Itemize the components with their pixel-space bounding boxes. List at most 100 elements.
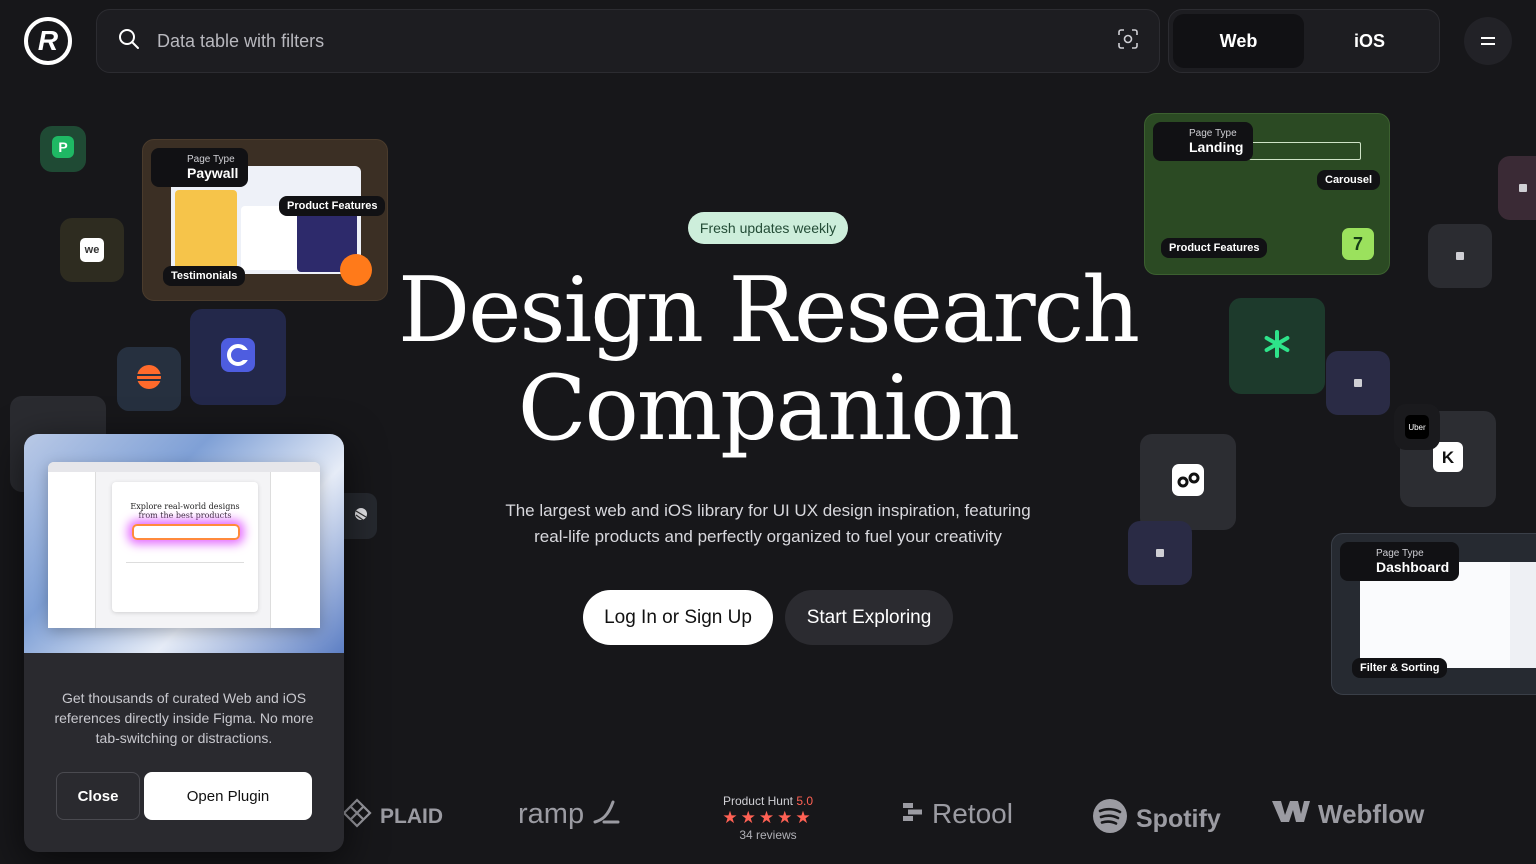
svg-text:P: P — [58, 139, 67, 155]
preview-layers-panel — [48, 472, 96, 628]
p-app-icon: P — [52, 135, 74, 163]
app-tile-p[interactable]: P — [40, 126, 86, 172]
landing-wireframe — [1249, 142, 1361, 160]
app-tile-asterisk[interactable] — [1229, 298, 1325, 394]
loop-app-icon — [1172, 463, 1204, 501]
page-type-value: Landing — [1189, 139, 1244, 155]
klarna-icon: K — [1433, 441, 1463, 477]
page-type-value: Paywall — [187, 165, 239, 181]
chip-product-features[interactable]: Product Features — [279, 196, 386, 216]
producthunt-rating: Product Hunt 5.0 ★★★★★ 34 reviews — [704, 794, 832, 842]
preview-plugin-panel: Explore real-world designs from the best… — [112, 482, 258, 612]
hero-subtitle-line-1: The largest web and iOS library for UI U… — [505, 501, 1031, 520]
hero-title-line-2: Companion — [517, 356, 1021, 461]
open-plugin-button[interactable]: Open Plugin — [144, 772, 312, 820]
close-button[interactable]: Close — [56, 772, 140, 820]
app-tile-edge[interactable] — [1498, 156, 1536, 220]
visual-search-icon[interactable] — [1117, 28, 1139, 55]
app-tile-uber[interactable]: Uber — [1394, 404, 1440, 450]
page-type-value: Dashboard — [1376, 559, 1450, 575]
platform-toggle: Web iOS — [1168, 9, 1440, 73]
plaid-icon — [342, 798, 372, 835]
app-tile-c[interactable] — [190, 309, 286, 405]
preview-search-box — [132, 524, 240, 540]
placeholder-icon — [1456, 252, 1464, 260]
preview-heading-line-1: Explore real-world designs — [130, 502, 240, 511]
app-tile-small-3[interactable] — [1128, 521, 1192, 585]
page-type-key: Page Type — [1376, 548, 1424, 559]
uber-icon: Uber — [1405, 415, 1429, 439]
producthunt-reviews: 34 reviews — [739, 828, 797, 842]
webflow-icon — [1270, 798, 1310, 831]
plaid-logo: PLAID — [342, 798, 443, 835]
card-landing[interactable]: Page Type Landing Carousel Product Featu… — [1144, 113, 1390, 275]
hero-subtitle-line-2: real-life products and perfectly organiz… — [534, 527, 1002, 546]
login-signup-button[interactable]: Log In or Sign Up — [583, 590, 773, 645]
hamburger-icon — [1480, 30, 1496, 53]
card-dashboard[interactable]: Page Type Dashboard Filter & Sorting — [1331, 533, 1536, 695]
spotify-icon — [1092, 798, 1128, 841]
sunset-icon — [136, 364, 162, 395]
hero-title: Design Research Companion — [368, 262, 1168, 458]
search-bar[interactable]: Data table with filters — [96, 9, 1160, 73]
chip-filter-sorting[interactable]: Filter & Sorting — [1352, 658, 1448, 678]
plugin-preview-image: Explore real-world designs from the best… — [24, 434, 344, 653]
chip-product-features[interactable]: Product Features — [1161, 238, 1268, 258]
spotify-wordmark: Spotify — [1136, 805, 1221, 833]
webflow-wordmark: Webflow — [1318, 799, 1425, 829]
retool-logo: Retool — [902, 798, 1013, 830]
app-logo[interactable]: R — [24, 17, 72, 65]
start-exploring-button[interactable]: Start Exploring — [785, 590, 953, 645]
app-tile-we[interactable]: we — [60, 218, 124, 282]
platform-ios-button[interactable]: iOS — [1304, 14, 1435, 68]
logo-letter: R — [37, 25, 59, 56]
app-tile-sunset[interactable] — [117, 347, 181, 411]
hero-title-line-1: Design Research — [397, 258, 1140, 363]
page-type-key: Page Type — [1189, 128, 1237, 139]
platform-web-button[interactable]: Web — [1173, 14, 1304, 68]
producthunt-name: Product Hunt — [722, 794, 793, 808]
we-app-icon: we — [80, 238, 104, 262]
dashboard-page-type-label: Page Type Dashboard — [1340, 542, 1460, 581]
chip-carousel[interactable]: Carousel — [1317, 170, 1381, 190]
producthunt-score: 5.0 — [796, 794, 814, 808]
wise-icon: 7 — [1342, 228, 1374, 260]
plugin-description: Get thousands of curated Web and iOS ref… — [54, 690, 314, 746]
asterisk-icon — [1262, 329, 1292, 364]
hero-subtitle: The largest web and iOS library for UI U… — [468, 498, 1068, 550]
paywall-yellow-panel — [175, 190, 237, 270]
ball-icon — [354, 507, 368, 526]
app-tile-ball[interactable] — [344, 493, 377, 539]
search-icon — [117, 27, 141, 56]
dashboard-sidebar — [1510, 562, 1536, 668]
preview-figma-window: Explore real-world designs from the best… — [48, 462, 320, 628]
landing-page-type-label: Page Type Landing — [1153, 122, 1254, 161]
fresh-updates-badge: Fresh updates weekly — [688, 212, 848, 244]
plaid-wordmark: PLAID — [380, 804, 443, 828]
figma-plugin-popup: Explore real-world designs from the best… — [24, 434, 344, 852]
card-paywall[interactable]: Page Type Paywall Product Features Testi… — [142, 139, 388, 301]
preview-divider — [126, 562, 244, 563]
placeholder-icon — [1354, 379, 1362, 387]
preview-properties-panel — [270, 472, 320, 628]
c-app-icon — [221, 337, 255, 377]
ramp-wordmark: ramp — [518, 798, 585, 830]
app-tile-small-2[interactable] — [1326, 351, 1390, 415]
retool-icon — [902, 799, 924, 830]
menu-button[interactable] — [1464, 17, 1512, 65]
retool-wordmark: Retool — [932, 798, 1013, 829]
webflow-logo: Webflow — [1270, 798, 1424, 831]
star-rating-icons: ★★★★★ — [722, 808, 814, 827]
app-tile-small-1[interactable] — [1428, 224, 1492, 288]
page-type-key: Page Type — [187, 154, 235, 165]
chip-testimonials[interactable]: Testimonials — [163, 266, 246, 286]
svg-text:K: K — [1442, 448, 1455, 467]
search-input[interactable]: Data table with filters — [157, 31, 1117, 52]
placeholder-icon — [1156, 549, 1164, 557]
ramp-logo: ramp — [518, 798, 620, 831]
spotify-logo: Spotify — [1092, 798, 1221, 841]
preview-heading-line-2: from the best products — [138, 511, 232, 520]
preview-heading: Explore real-world designs from the best… — [112, 502, 258, 520]
placeholder-icon — [1519, 184, 1527, 192]
producthunt-label: Product Hunt 5.0 — [704, 794, 832, 808]
